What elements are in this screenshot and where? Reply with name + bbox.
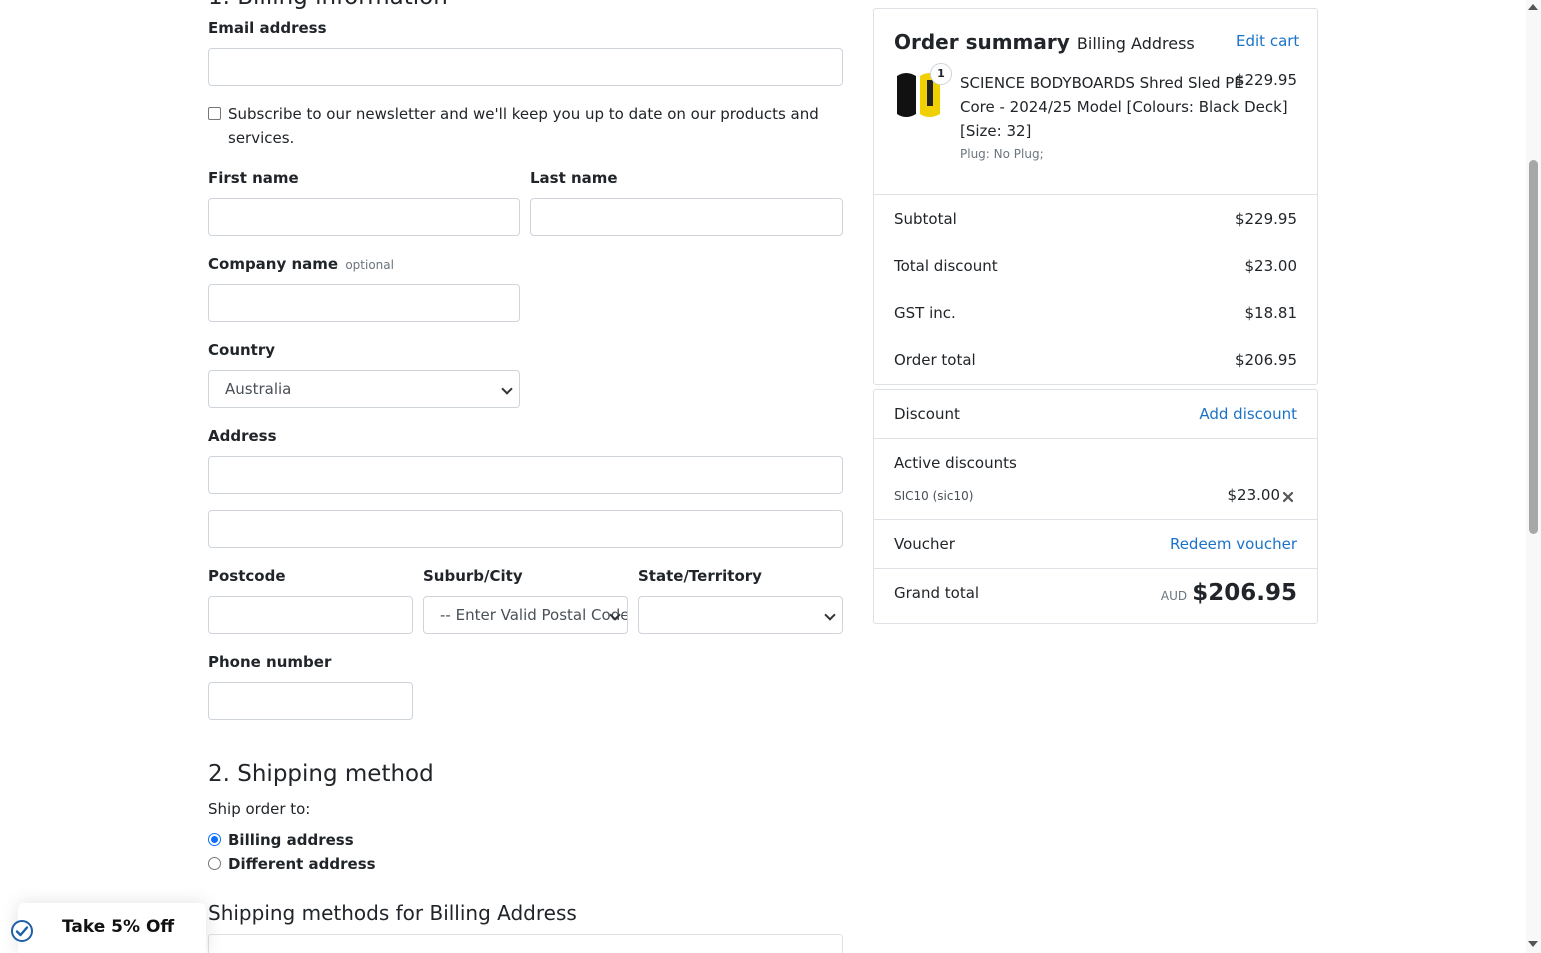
phone-label: Phone number (208, 653, 332, 671)
email-label: Email address (208, 19, 327, 37)
email-input[interactable] (208, 48, 843, 86)
active-discount-amount: $23.00 (1227, 486, 1281, 504)
chevron-down-icon (501, 383, 513, 395)
scrollbar-thumb[interactable] (1529, 160, 1538, 534)
suburb-select-value: -- Enter Valid Postal Code -- (440, 606, 628, 624)
redeem-voucher-link[interactable]: Redeem voucher (1170, 535, 1297, 553)
order-total-value: $206.95 (1234, 351, 1297, 369)
grand-total-currency: AUD (1160, 589, 1188, 603)
country-select-value: Australia (225, 380, 292, 398)
first-name-input[interactable] (208, 198, 520, 236)
item-option: Plug: No Plug; (960, 147, 1044, 161)
divider (874, 568, 1317, 569)
item-qty-badge: 1 (930, 63, 952, 85)
order-summary-header: Order summary Billing Address (894, 30, 1195, 54)
divider (874, 194, 1317, 195)
gst-value: $18.81 (1244, 304, 1298, 322)
ship-to-label: Ship order to: (208, 800, 311, 818)
first-name-label: First name (208, 169, 299, 187)
badge-check-icon (10, 919, 34, 943)
state-label: State/Territory (638, 567, 762, 585)
shipping-heading: 2. Shipping method (208, 761, 434, 787)
active-discounts-label: Active discounts (894, 454, 1017, 472)
item-name-line1: SCIENCE BODYBOARDS Shred Sled PE (960, 74, 1244, 92)
grand-total-value: $206.95 (1192, 580, 1297, 606)
last-name-input[interactable] (530, 198, 843, 236)
divider (874, 519, 1317, 520)
shipping-methods-heading: Shipping methods for Billing Address (208, 901, 577, 925)
ship-billing-label[interactable]: Billing address (228, 831, 354, 849)
shipping-methods-box (208, 934, 843, 953)
newsletter-checkbox[interactable] (208, 107, 221, 120)
ship-different-radio[interactable] (208, 857, 221, 870)
newsletter-text: Subscribe to our newsletter and we'll ke… (228, 105, 819, 147)
edit-cart-link[interactable]: Edit cart (1236, 32, 1299, 50)
postcode-label: Postcode (208, 567, 286, 585)
order-summary-title: Order summary (894, 30, 1070, 54)
subtotal-label: Subtotal (894, 210, 957, 228)
address-line2-input[interactable] (208, 510, 843, 548)
state-select[interactable] (638, 596, 843, 634)
ship-billing-radio[interactable] (208, 833, 221, 846)
item-price: $229.95 (1234, 71, 1297, 89)
postcode-input[interactable] (208, 596, 413, 634)
country-select[interactable]: Australia (208, 370, 520, 408)
phone-input[interactable] (208, 682, 413, 720)
company-label: Company name optional (208, 255, 394, 273)
country-label: Country (208, 341, 276, 359)
company-label-text: Company name (208, 255, 339, 273)
add-discount-link[interactable]: Add discount (1199, 405, 1297, 423)
address-line1-input[interactable] (208, 456, 843, 494)
item-name-line2: Core - 2024/25 Model [Colours: Black Dec… (960, 98, 1288, 116)
item-name-line3: [Size: 32] (960, 122, 1032, 140)
subtotal-value: $229.95 (1234, 210, 1297, 228)
gst-label: GST inc. (894, 304, 956, 322)
last-name-label: Last name (530, 169, 618, 187)
promo-widget[interactable]: Take 5% Off (11, 903, 206, 953)
scroll-down-arrow-icon[interactable] (1528, 941, 1538, 947)
billing-heading: 1. Billing information (208, 0, 448, 10)
grand-total: AUD $206.95 (1161, 580, 1297, 606)
active-discount-code: SIC10 (sic10) (894, 489, 974, 503)
order-total-label: Order total (894, 351, 976, 369)
company-optional-tag: optional (345, 258, 394, 272)
scroll-up-arrow-icon[interactable] (1528, 4, 1538, 10)
address-label: Address (208, 427, 277, 445)
chevron-down-icon (824, 609, 836, 621)
company-input[interactable] (208, 284, 520, 322)
ship-different-label[interactable]: Different address (228, 855, 376, 873)
order-summary-subtitle: Billing Address (1076, 34, 1195, 53)
promo-label[interactable]: Take 5% Off (62, 917, 174, 937)
suburb-select[interactable]: -- Enter Valid Postal Code -- (423, 596, 628, 634)
total-discount-label: Total discount (894, 257, 998, 275)
divider (874, 438, 1317, 439)
discount-label: Discount (894, 405, 960, 423)
suburb-label: Suburb/City (423, 567, 523, 585)
remove-discount-close-icon[interactable] (1281, 489, 1295, 503)
grand-total-label: Grand total (894, 584, 980, 602)
voucher-label: Voucher (894, 535, 955, 553)
total-discount-value: $23.00 (1244, 257, 1298, 275)
